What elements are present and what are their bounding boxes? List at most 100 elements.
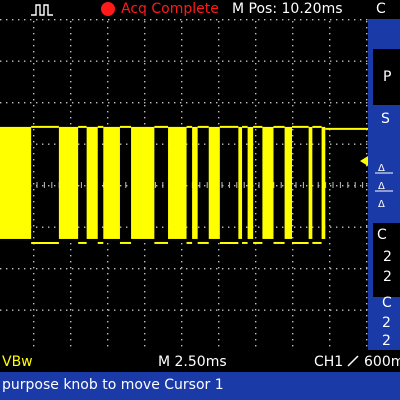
graticule-dot <box>204 185 206 187</box>
graticule-dot <box>354 143 356 145</box>
graticule-dot <box>292 273 294 275</box>
svg-text:Δ: Δ <box>378 163 385 174</box>
graticule-dot <box>156 143 158 145</box>
graticule-dot <box>107 33 109 35</box>
graticule-dot <box>120 226 122 228</box>
graticule-dot <box>6 19 8 21</box>
graticule-dot <box>144 105 146 107</box>
graticule-dot <box>36 60 38 62</box>
graticule-dot <box>138 268 140 270</box>
graticule-dot <box>107 339 109 341</box>
graticule-dot <box>144 117 146 119</box>
graticule-dot <box>329 255 331 257</box>
graticule-dot <box>30 19 32 21</box>
graticule-dot <box>33 159 35 161</box>
graticule-dot <box>329 195 331 197</box>
graticule-dot <box>33 261 35 263</box>
graticule-dot <box>292 123 294 125</box>
graticule-dot <box>264 102 266 104</box>
graticule-dot <box>33 33 35 35</box>
graticule-dot <box>48 143 50 145</box>
graticule-dot <box>132 102 134 104</box>
graticule-dot <box>300 226 302 228</box>
graticule-dot <box>33 273 35 275</box>
graticule-dot <box>330 268 332 270</box>
graticule-dot <box>162 268 164 270</box>
graticule-dot <box>329 45 331 47</box>
graticule-dot <box>246 143 248 145</box>
graticule-dot <box>292 285 294 287</box>
help-message: purpose knob to move Cursor 1 <box>2 377 224 393</box>
graticule-dot <box>156 102 158 104</box>
graticule-dot <box>33 201 35 203</box>
ch1-pulse-burst <box>168 126 187 239</box>
graticule-dot <box>329 231 331 233</box>
graticule-dot <box>181 321 183 323</box>
graticule-dot <box>24 60 26 62</box>
graticule-dot <box>33 141 35 143</box>
graticule-dot <box>292 87 294 89</box>
graticule-dot <box>222 102 224 104</box>
graticule-dot <box>330 185 332 187</box>
graticule-dot <box>222 309 224 311</box>
graticule-dot <box>90 60 92 62</box>
graticule-dot <box>292 93 294 95</box>
graticule-dot <box>324 268 326 270</box>
trigger-rising-edge-icon <box>31 4 53 16</box>
graticule-dot <box>292 135 294 137</box>
graticule-dot <box>181 345 183 347</box>
side-menu-button-1[interactable]: P <box>373 49 400 105</box>
side-menu-button-2[interactable]: C 2 2 <box>373 223 400 297</box>
graticule-dot <box>292 195 294 197</box>
graticule-dot <box>48 102 50 104</box>
graticule-dot <box>218 87 220 89</box>
graticule-dot <box>168 102 170 104</box>
graticule-dot <box>329 327 331 329</box>
graticule-dot <box>255 153 257 155</box>
graticule-dot <box>234 185 236 187</box>
graticule-dot <box>144 57 146 59</box>
graticule-dot <box>198 19 200 21</box>
graticule-dot <box>42 60 44 62</box>
graticule-dot <box>210 60 212 62</box>
graticule-dot <box>60 60 62 62</box>
graticule-dot <box>33 27 35 29</box>
graticule-dot <box>354 19 356 21</box>
graticule-dot <box>162 60 164 62</box>
graticule-dot <box>292 57 294 59</box>
ch1-pulse-burst <box>262 126 274 239</box>
graticule-dot <box>210 102 212 104</box>
graticule-dot <box>126 19 128 21</box>
graticule-dot <box>48 60 50 62</box>
graticule-dot <box>204 309 206 311</box>
graticule-dot <box>144 111 146 113</box>
graticule-dot <box>181 33 183 35</box>
graticule-dot <box>292 279 294 281</box>
graticule-dot <box>329 69 331 71</box>
graticule-dot <box>144 75 146 77</box>
side-menu-label-c: C <box>382 295 392 311</box>
graticule-dot <box>300 268 302 270</box>
graticule-dot <box>156 60 158 62</box>
graticule-dot <box>48 185 50 187</box>
graticule-dot <box>228 19 230 21</box>
graticule-dot <box>222 226 224 228</box>
graticule-dot <box>70 33 72 35</box>
graticule-dot <box>292 81 294 83</box>
graticule-dot <box>292 21 294 23</box>
graticule-dot <box>120 60 122 62</box>
graticule-dot <box>306 60 308 62</box>
graticule-dot <box>204 143 206 145</box>
graticule-dot <box>107 243 109 245</box>
graticule-dot <box>156 19 158 21</box>
graticule-dot <box>33 339 35 341</box>
graticule-dot <box>294 60 296 62</box>
graticule-dot <box>70 249 72 251</box>
graticule-dot <box>324 60 326 62</box>
graticule-dot <box>144 87 146 89</box>
graticule-dot <box>33 237 35 239</box>
graticule-dot <box>18 102 20 104</box>
graticule-dot <box>336 102 338 104</box>
graticule-dot <box>144 273 146 275</box>
graticule-dot <box>33 279 35 281</box>
